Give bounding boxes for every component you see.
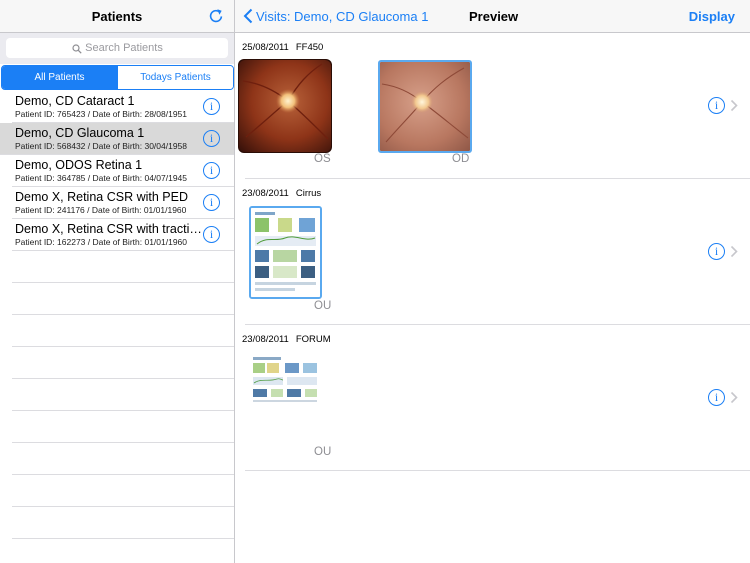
- visit-header: 25/08/2011 FF450: [242, 42, 323, 53]
- tab-todays-patients[interactable]: Todays Patients: [117, 66, 233, 89]
- visit-device: FF450: [295, 42, 324, 53]
- visit-date: 23/08/2011: [242, 334, 289, 345]
- visit-device: Cirrus: [295, 188, 322, 199]
- oct-report-thumbnail[interactable]: [249, 206, 322, 299]
- refresh-icon[interactable]: [207, 7, 225, 25]
- patient-meta: Patient ID: 241176 / Date of Birth: 01/0…: [15, 205, 187, 215]
- back-button[interactable]: Visits: Demo, CD Glaucoma 1: [243, 8, 428, 24]
- empty-row: [12, 411, 234, 443]
- forum-report-thumbnail[interactable]: [251, 355, 319, 405]
- preview-header: Visits: Demo, CD Glaucoma 1 Preview Disp…: [235, 0, 750, 33]
- empty-row: [12, 507, 234, 539]
- info-icon[interactable]: i: [708, 97, 725, 114]
- patient-row[interactable]: Demo X, Retina CSR with traction Patient…: [12, 219, 234, 251]
- laterality-label: OS: [314, 153, 331, 165]
- patient-row[interactable]: Demo, ODOS Retina 1 Patient ID: 364785 /…: [12, 155, 234, 187]
- display-button[interactable]: Display: [689, 9, 735, 24]
- back-label: Visits: Demo, CD Glaucoma 1: [256, 8, 429, 24]
- patient-name: Demo, ODOS Retina 1: [15, 158, 143, 172]
- visit-row[interactable]: 23/08/2011 FORUM OU i: [235, 325, 750, 471]
- search-input[interactable]: [6, 38, 228, 58]
- chevron-right-icon[interactable]: [730, 245, 738, 258]
- visit-row[interactable]: 23/08/2011 Cirrus OU i: [235, 179, 750, 325]
- app: Patients All Patients Todays Patients De…: [0, 0, 750, 563]
- patient-meta: Patient ID: 162273 / Date of Birth: 01/0…: [15, 237, 188, 247]
- laterality-label: OU: [314, 300, 332, 312]
- visit-header: 23/08/2011 FORUM: [242, 334, 331, 345]
- patients-header: Patients: [0, 0, 234, 33]
- patient-meta: Patient ID: 568432 / Date of Birth: 30/0…: [15, 141, 188, 151]
- patient-meta: Patient ID: 364785 / Date of Birth: 04/0…: [15, 173, 188, 183]
- fundus-thumbnail-os[interactable]: [238, 59, 332, 153]
- page-title: Preview: [469, 9, 519, 24]
- patients-panel: Patients All Patients Todays Patients De…: [0, 0, 235, 563]
- patient-meta: Patient ID: 765423 / Date of Birth: 28/0…: [15, 109, 188, 119]
- info-icon[interactable]: i: [203, 194, 220, 211]
- info-icon[interactable]: i: [203, 162, 220, 179]
- empty-row: [12, 283, 234, 315]
- fundus-thumbnail-od[interactable]: [378, 60, 472, 153]
- info-icon[interactable]: i: [203, 98, 220, 115]
- visit-date: 25/08/2011: [242, 42, 289, 53]
- preview-panel: Visits: Demo, CD Glaucoma 1 Preview Disp…: [235, 0, 750, 563]
- patient-filter-segmented: All Patients Todays Patients: [1, 65, 234, 90]
- empty-row: [12, 379, 234, 411]
- chevron-right-icon[interactable]: [730, 99, 738, 112]
- tab-all-patients[interactable]: All Patients: [2, 66, 117, 89]
- empty-row: [12, 347, 234, 379]
- visit-row[interactable]: 25/08/2011 FF450 OS OD i: [235, 33, 750, 179]
- empty-row: [12, 315, 234, 347]
- empty-row: [12, 475, 234, 507]
- visit-date: 23/08/2011: [242, 188, 289, 199]
- info-icon[interactable]: i: [203, 226, 220, 243]
- patients-title: Patients: [91, 9, 143, 24]
- patient-name: Demo X, Retina CSR with PED: [15, 190, 188, 204]
- patient-name: Demo X, Retina CSR with traction: [15, 222, 203, 236]
- info-icon[interactable]: i: [708, 243, 725, 260]
- search-bar: [0, 33, 234, 64]
- patient-list: Demo, CD Cataract 1 Patient ID: 765423 /…: [0, 91, 234, 539]
- visit-header: 23/08/2011 Cirrus: [242, 188, 321, 199]
- laterality-label: OD: [452, 153, 470, 165]
- info-icon[interactable]: i: [203, 130, 220, 147]
- patient-row-selected[interactable]: Demo, CD Glaucoma 1 Patient ID: 568432 /…: [0, 123, 234, 155]
- patient-row[interactable]: Demo X, Retina CSR with PED Patient ID: …: [12, 187, 234, 219]
- empty-row: [12, 251, 234, 283]
- patient-row[interactable]: Demo, CD Cataract 1 Patient ID: 765423 /…: [12, 91, 234, 123]
- laterality-label: OU: [314, 446, 332, 458]
- info-icon[interactable]: i: [708, 389, 725, 406]
- divider: [245, 470, 750, 471]
- patient-name: Demo, CD Cataract 1: [15, 94, 135, 108]
- patient-name: Demo, CD Glaucoma 1: [15, 126, 145, 140]
- chevron-left-icon: [243, 8, 253, 24]
- chevron-right-icon[interactable]: [730, 391, 738, 404]
- visit-device: FORUM: [295, 334, 331, 345]
- empty-row: [12, 443, 234, 475]
